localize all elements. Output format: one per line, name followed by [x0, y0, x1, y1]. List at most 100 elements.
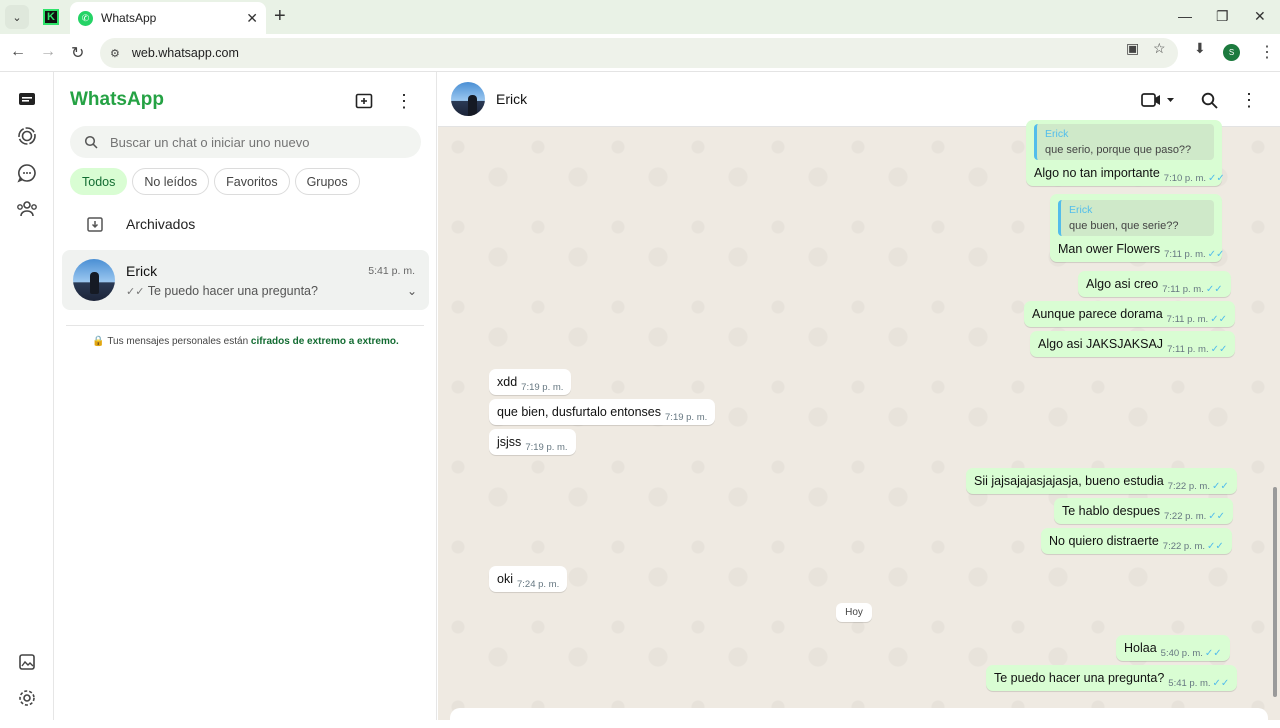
settings-gear-icon[interactable]: [15, 686, 39, 710]
video-call-icon[interactable]: [1140, 89, 1176, 111]
chat-preview-text: Te puedo hacer una pregunta?: [147, 284, 318, 298]
conversation-panel: Erick ⋮ Erick que serio, porque que paso…: [438, 72, 1280, 728]
search-bar[interactable]: [70, 126, 421, 158]
profile-avatar[interactable]: S: [1223, 44, 1240, 61]
message-text: Man ower Flowers: [1058, 242, 1161, 256]
bookmark-star-icon[interactable]: ☆: [1153, 40, 1166, 57]
quoted-message[interactable]: Erick que serio, porque que paso??: [1034, 124, 1214, 160]
scrollbar[interactable]: [1273, 487, 1277, 697]
double-check-icon: ✓✓: [126, 286, 145, 298]
archived-label: Archivados: [126, 216, 196, 232]
new-chat-icon[interactable]: [353, 90, 375, 112]
read-ticks-icon: ✓✓: [1210, 314, 1227, 325]
message-bubble-incoming[interactable]: que bien, dusfurtalo entonses 7:19 p. m.: [489, 399, 716, 425]
read-ticks-icon: ✓✓: [1204, 648, 1222, 659]
chat-filters: Todos No leídos Favoritos Grupos: [70, 168, 360, 195]
quoted-message[interactable]: Erick que buen, que serie??: [1058, 200, 1214, 236]
pinned-tab-icon[interactable]: K: [43, 9, 59, 25]
browser-menu-icon[interactable]: ⋮: [1259, 42, 1275, 62]
tab-title: WhatsApp: [101, 11, 157, 25]
message-bubble-outgoing[interactable]: Holaa 5:40 p. m. ✓✓: [1116, 635, 1230, 661]
whatsapp-app: WhatsApp ⋮ Todos No leídos Favoritos Gru…: [0, 72, 1280, 728]
download-icon[interactable]: ⬇: [1194, 40, 1206, 57]
message-bubble-outgoing[interactable]: Te hablo despues 7:22 p. m. ✓✓: [1054, 498, 1234, 524]
url-text: web.whatsapp.com: [131, 46, 239, 60]
read-ticks-icon: ✓✓: [1205, 284, 1223, 295]
quote-author: Erick: [1045, 128, 1069, 140]
media-icon[interactable]: [15, 650, 39, 674]
site-settings-icon[interactable]: ⚙: [110, 47, 120, 60]
search-icon: [84, 135, 98, 149]
filter-all[interactable]: Todos: [70, 168, 128, 195]
browser-tab-bar: ⌄ K ✆ WhatsApp ✕ + — ❐ ✕: [0, 0, 1280, 34]
encryption-text: Tus mensajes personales están: [107, 336, 251, 347]
message-bubble-outgoing[interactable]: Te puedo hacer una pregunta? 5:41 p. m. ✓✓: [986, 665, 1238, 691]
message-time: 7:19 p. m.: [521, 382, 564, 393]
message-composer[interactable]: [450, 708, 1268, 728]
filter-favorites[interactable]: Favoritos: [214, 168, 290, 195]
message-text: Aunque parece dorama: [1032, 307, 1163, 321]
contact-name[interactable]: Erick: [496, 91, 527, 107]
message-time: 7:22 p. m.: [1162, 541, 1206, 552]
contact-avatar[interactable]: [451, 82, 485, 116]
filter-groups[interactable]: Grupos: [294, 168, 360, 195]
message-bubble-outgoing[interactable]: Sii jajsajajasjajasja, bueno estudia 7:22…: [966, 468, 1237, 494]
message-bubble-outgoing[interactable]: Erick que buen, que serie?? Man ower Flo…: [1050, 194, 1225, 262]
message-bubble-incoming[interactable]: oki 7:24 p. m.: [489, 566, 568, 592]
status-icon[interactable]: [15, 124, 39, 148]
filter-unread[interactable]: No leídos: [132, 168, 210, 195]
message-bubble-outgoing[interactable]: Erick que serio, porque que paso?? Algo …: [1026, 120, 1225, 186]
communities-icon[interactable]: [15, 197, 39, 221]
forward-arrow-icon[interactable]: →: [40, 43, 56, 61]
message-time: 7:22 p. m.: [1167, 481, 1210, 492]
window-close-icon[interactable]: ✕: [1254, 8, 1266, 25]
back-arrow-icon[interactable]: ←: [10, 43, 26, 61]
encryption-link[interactable]: cifrados de extremo a extremo.: [251, 336, 399, 347]
chat-list-item[interactable]: Erick 5:41 p. m. ✓✓ Te puedo hacer una p…: [62, 250, 429, 310]
message-time: 7:24 p. m.: [516, 579, 560, 590]
menu-kebab-icon[interactable]: ⋮: [393, 90, 415, 112]
chevron-down-icon[interactable]: ⌄: [407, 284, 417, 298]
chat-list-panel: WhatsApp ⋮ Todos No leídos Favoritos Gru…: [54, 72, 437, 720]
message-text: Holaa: [1124, 641, 1157, 655]
conversation-header[interactable]: Erick ⋮: [438, 72, 1280, 127]
message-text: Sii jajsajajasjajasja, bueno estudia: [974, 474, 1164, 488]
tab-whatsapp[interactable]: ✆ WhatsApp ✕: [70, 2, 266, 34]
message-text: Te hablo despues: [1062, 504, 1160, 518]
read-ticks-icon: ✓✓: [1211, 481, 1229, 492]
restore-icon[interactable]: ❐: [1216, 8, 1229, 25]
close-icon[interactable]: ✕: [246, 10, 258, 27]
reload-icon[interactable]: ↻: [71, 43, 84, 63]
read-ticks-icon: ✓✓: [1208, 173, 1225, 184]
nav-rail: [0, 72, 54, 720]
tab-search-chevron-icon[interactable]: ⌄: [5, 5, 29, 29]
minimize-icon[interactable]: —: [1178, 8, 1192, 24]
message-bubble-incoming[interactable]: xdd 7:19 p. m.: [489, 369, 572, 395]
message-time: 7:11 p. m.: [1164, 249, 1206, 260]
url-bar[interactable]: ⚙ web.whatsapp.com: [100, 38, 1178, 68]
message-bubble-incoming[interactable]: jsjss 7:19 p. m.: [489, 429, 576, 455]
read-ticks-icon: ✓✓: [1210, 344, 1228, 355]
message-text: oki: [497, 572, 513, 586]
read-ticks-icon: ✓✓: [1207, 249, 1225, 260]
chat-preview: ✓✓ Te puedo hacer una pregunta?: [126, 284, 318, 298]
message-bubble-outgoing[interactable]: No quiero distraerte 7:22 p. m. ✓✓: [1041, 528, 1232, 554]
app-title: WhatsApp: [70, 89, 164, 110]
new-tab-plus-icon[interactable]: +: [274, 6, 286, 26]
message-bubble-outgoing[interactable]: Algo asi JAKSJAKSAJ 7:11 p. m. ✓✓: [1030, 331, 1236, 357]
message-time: 7:19 p. m.: [525, 442, 568, 453]
message-bubble-outgoing[interactable]: Aunque parece dorama 7:11 p. m. ✓✓: [1024, 301, 1235, 327]
message-text: Algo asi JAKSJAKSAJ: [1038, 337, 1164, 351]
archived-row[interactable]: Archivados: [54, 208, 437, 240]
channels-icon[interactable]: [15, 161, 39, 185]
menu-kebab-icon[interactable]: ⋮: [1238, 89, 1260, 111]
message-bubble-outgoing[interactable]: Algo asi creo 7:11 p. m. ✓✓: [1078, 271, 1231, 297]
message-time: 7:10 p. m.: [1163, 173, 1207, 184]
search-icon[interactable]: [1198, 89, 1220, 111]
address-bar: ← → ↻ ⚙ web.whatsapp.com ▣ ☆ ⬇ S ⋮: [0, 34, 1280, 72]
search-input[interactable]: [110, 134, 400, 150]
chats-icon[interactable]: [15, 88, 39, 112]
lock-icon: 🔒: [92, 336, 105, 347]
message-time: 5:41 p. m.: [1168, 678, 1211, 689]
install-app-icon[interactable]: ▣: [1126, 40, 1139, 57]
